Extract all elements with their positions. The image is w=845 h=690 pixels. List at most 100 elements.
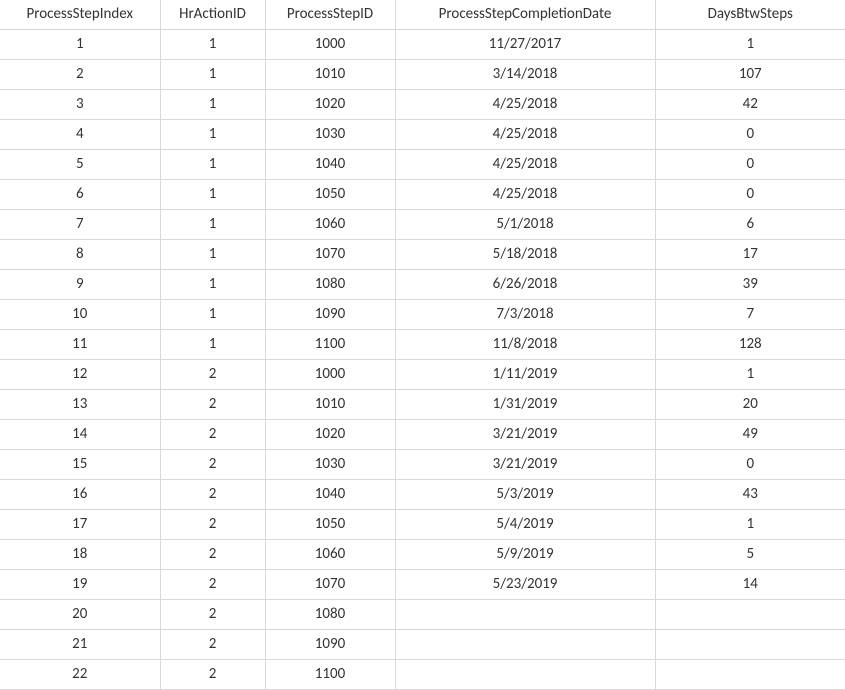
cell-process-step-index[interactable]: 16 (0, 480, 160, 510)
cell-days-btw-steps[interactable]: 0 (655, 450, 845, 480)
cell-process-step-id[interactable]: 1010 (265, 60, 395, 90)
cell-hr-action-id[interactable]: 2 (160, 600, 265, 630)
cell-process-step-id[interactable]: 1100 (265, 660, 395, 690)
cell-process-step-completion-date[interactable] (395, 600, 655, 630)
cell-process-step-completion-date[interactable]: 5/18/2018 (395, 240, 655, 270)
cell-process-step-index[interactable]: 2 (0, 60, 160, 90)
cell-hr-action-id[interactable]: 2 (160, 540, 265, 570)
cell-process-step-index[interactable]: 18 (0, 540, 160, 570)
cell-process-step-completion-date[interactable]: 4/25/2018 (395, 180, 655, 210)
cell-days-btw-steps[interactable]: 20 (655, 390, 845, 420)
cell-process-step-id[interactable]: 1000 (265, 30, 395, 60)
cell-process-step-completion-date[interactable]: 4/25/2018 (395, 150, 655, 180)
cell-days-btw-steps[interactable]: 1 (655, 30, 845, 60)
cell-process-step-completion-date[interactable]: 4/25/2018 (395, 120, 655, 150)
cell-hr-action-id[interactable]: 2 (160, 570, 265, 600)
cell-process-step-index[interactable]: 5 (0, 150, 160, 180)
cell-hr-action-id[interactable]: 2 (160, 450, 265, 480)
cell-process-step-id[interactable]: 1040 (265, 150, 395, 180)
cell-hr-action-id[interactable]: 2 (160, 420, 265, 450)
cell-process-step-id[interactable]: 1010 (265, 390, 395, 420)
cell-process-step-id[interactable]: 1050 (265, 180, 395, 210)
header-days-btw-steps[interactable]: DaysBtwSteps (655, 0, 845, 30)
cell-days-btw-steps[interactable]: 5 (655, 540, 845, 570)
cell-process-step-completion-date[interactable]: 5/3/2019 (395, 480, 655, 510)
cell-process-step-index[interactable]: 1 (0, 30, 160, 60)
cell-process-step-index[interactable]: 12 (0, 360, 160, 390)
cell-process-step-index[interactable]: 8 (0, 240, 160, 270)
cell-hr-action-id[interactable]: 1 (160, 180, 265, 210)
cell-process-step-completion-date[interactable]: 6/26/2018 (395, 270, 655, 300)
cell-days-btw-steps[interactable]: 1 (655, 360, 845, 390)
cell-process-step-id[interactable]: 1080 (265, 600, 395, 630)
cell-process-step-id[interactable]: 1090 (265, 630, 395, 660)
cell-hr-action-id[interactable]: 1 (160, 270, 265, 300)
cell-process-step-id[interactable]: 1030 (265, 120, 395, 150)
cell-hr-action-id[interactable]: 1 (160, 240, 265, 270)
cell-process-step-index[interactable]: 6 (0, 180, 160, 210)
cell-process-step-completion-date[interactable]: 7/3/2018 (395, 300, 655, 330)
cell-days-btw-steps[interactable]: 39 (655, 270, 845, 300)
cell-process-step-completion-date[interactable]: 4/25/2018 (395, 90, 655, 120)
cell-process-step-index[interactable]: 11 (0, 330, 160, 360)
cell-hr-action-id[interactable]: 1 (160, 120, 265, 150)
cell-process-step-completion-date[interactable]: 5/4/2019 (395, 510, 655, 540)
cell-process-step-completion-date[interactable]: 5/9/2019 (395, 540, 655, 570)
cell-days-btw-steps[interactable]: 1 (655, 510, 845, 540)
cell-process-step-index[interactable]: 13 (0, 390, 160, 420)
cell-process-step-id[interactable]: 1060 (265, 540, 395, 570)
cell-process-step-id[interactable]: 1080 (265, 270, 395, 300)
cell-days-btw-steps[interactable]: 6 (655, 210, 845, 240)
cell-days-btw-steps[interactable]: 0 (655, 180, 845, 210)
cell-days-btw-steps[interactable]: 7 (655, 300, 845, 330)
cell-process-step-id[interactable]: 1060 (265, 210, 395, 240)
cell-process-step-completion-date[interactable]: 5/1/2018 (395, 210, 655, 240)
cell-days-btw-steps[interactable] (655, 660, 845, 690)
cell-days-btw-steps[interactable]: 128 (655, 330, 845, 360)
cell-days-btw-steps[interactable]: 43 (655, 480, 845, 510)
cell-hr-action-id[interactable]: 2 (160, 660, 265, 690)
cell-hr-action-id[interactable]: 1 (160, 30, 265, 60)
cell-process-step-completion-date[interactable]: 1/11/2019 (395, 360, 655, 390)
cell-process-step-id[interactable]: 1050 (265, 510, 395, 540)
cell-hr-action-id[interactable]: 1 (160, 90, 265, 120)
cell-process-step-completion-date[interactable] (395, 660, 655, 690)
cell-process-step-completion-date[interactable]: 11/27/2017 (395, 30, 655, 60)
cell-days-btw-steps[interactable]: 49 (655, 420, 845, 450)
header-process-step-id[interactable]: ProcessStepID (265, 0, 395, 30)
cell-process-step-index[interactable]: 7 (0, 210, 160, 240)
cell-process-step-index[interactable]: 4 (0, 120, 160, 150)
cell-process-step-index[interactable]: 21 (0, 630, 160, 660)
cell-process-step-index[interactable]: 17 (0, 510, 160, 540)
cell-process-step-index[interactable]: 9 (0, 270, 160, 300)
cell-process-step-id[interactable]: 1020 (265, 420, 395, 450)
cell-process-step-completion-date[interactable] (395, 630, 655, 660)
cell-process-step-completion-date[interactable]: 1/31/2019 (395, 390, 655, 420)
cell-hr-action-id[interactable]: 2 (160, 630, 265, 660)
cell-process-step-index[interactable]: 15 (0, 450, 160, 480)
cell-process-step-id[interactable]: 1000 (265, 360, 395, 390)
cell-hr-action-id[interactable]: 2 (160, 360, 265, 390)
cell-process-step-completion-date[interactable]: 3/21/2019 (395, 420, 655, 450)
cell-days-btw-steps[interactable]: 14 (655, 570, 845, 600)
cell-process-step-completion-date[interactable]: 3/14/2018 (395, 60, 655, 90)
cell-hr-action-id[interactable]: 2 (160, 390, 265, 420)
cell-process-step-index[interactable]: 20 (0, 600, 160, 630)
cell-days-btw-steps[interactable]: 0 (655, 120, 845, 150)
cell-process-step-id[interactable]: 1070 (265, 570, 395, 600)
cell-hr-action-id[interactable]: 2 (160, 510, 265, 540)
cell-process-step-id[interactable]: 1100 (265, 330, 395, 360)
cell-process-step-id[interactable]: 1020 (265, 90, 395, 120)
header-process-step-completion-date[interactable]: ProcessStepCompletionDate (395, 0, 655, 30)
cell-hr-action-id[interactable]: 1 (160, 210, 265, 240)
cell-days-btw-steps[interactable]: 17 (655, 240, 845, 270)
cell-hr-action-id[interactable]: 1 (160, 300, 265, 330)
cell-days-btw-steps[interactable]: 42 (655, 90, 845, 120)
cell-hr-action-id[interactable]: 1 (160, 60, 265, 90)
cell-process-step-index[interactable]: 10 (0, 300, 160, 330)
cell-process-step-index[interactable]: 19 (0, 570, 160, 600)
cell-days-btw-steps[interactable]: 0 (655, 150, 845, 180)
cell-process-step-completion-date[interactable]: 11/8/2018 (395, 330, 655, 360)
cell-days-btw-steps[interactable]: 107 (655, 60, 845, 90)
cell-hr-action-id[interactable]: 1 (160, 330, 265, 360)
